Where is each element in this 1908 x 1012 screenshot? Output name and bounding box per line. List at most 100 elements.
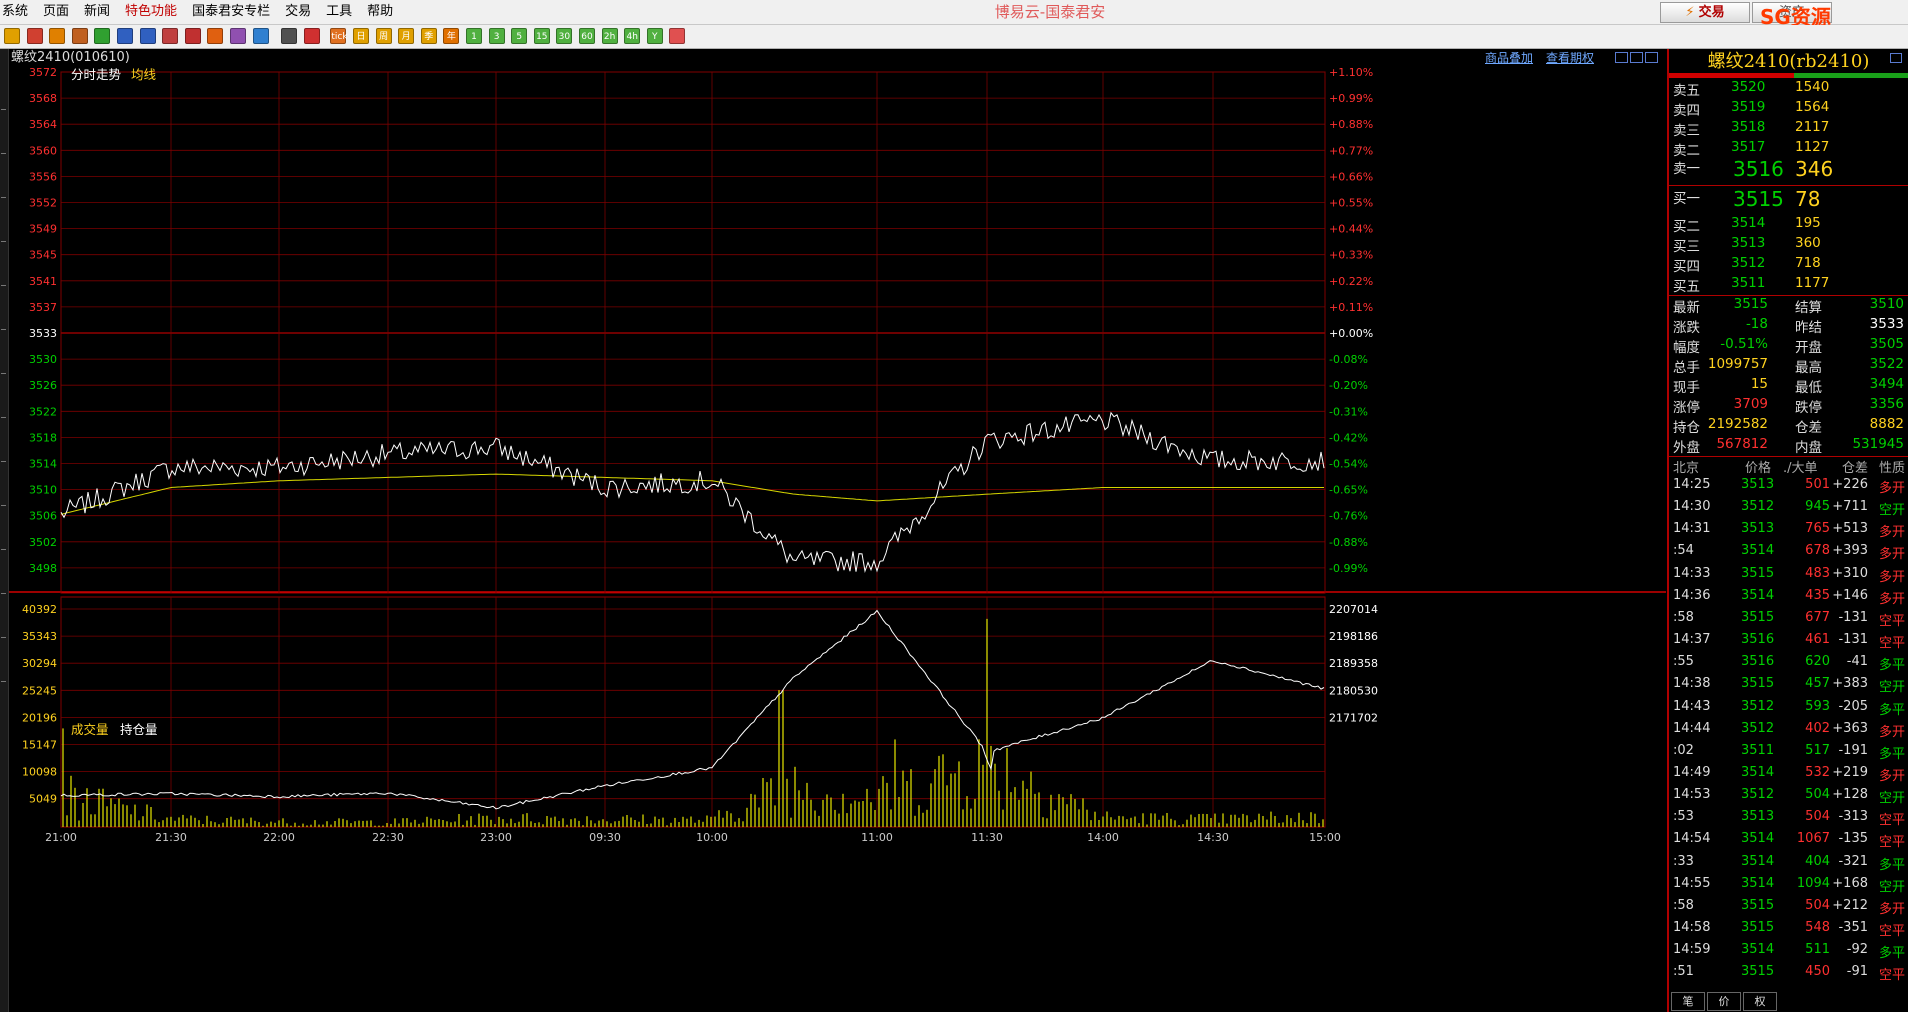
tick-row[interactable]: 14:38 3515 457 +383 空开 bbox=[1669, 676, 1908, 698]
tick-row[interactable]: 14:44 3512 402 +363 多开 bbox=[1669, 721, 1908, 743]
tick-chart-icon[interactable]: tick bbox=[330, 28, 348, 44]
filter-icon[interactable] bbox=[230, 28, 246, 44]
menu-item-5[interactable]: 交易 bbox=[283, 0, 324, 24]
tick-row[interactable]: :58 3515 677 -131 空平 bbox=[1669, 610, 1908, 632]
ticks-header[interactable]: 北京 价格 ./大单 仓差 性质 bbox=[1669, 457, 1908, 477]
menu-item-7[interactable]: 帮助 bbox=[365, 0, 406, 24]
month-icon[interactable]: 月 bbox=[398, 28, 415, 44]
tick-row[interactable]: 14:33 3515 483 +310 多开 bbox=[1669, 566, 1908, 588]
stat-row[interactable]: 持仓 2192582 仓差 8882 bbox=[1669, 416, 1908, 436]
window-max-button[interactable] bbox=[1645, 52, 1658, 63]
window-restore-button[interactable] bbox=[1615, 52, 1628, 63]
year-icon[interactable]: 年 bbox=[443, 28, 460, 44]
min60-icon[interactable]: 60 bbox=[579, 28, 595, 44]
season-icon[interactable]: 季 bbox=[420, 28, 437, 44]
tick-row[interactable]: 14:53 3512 504 +128 空开 bbox=[1669, 787, 1908, 809]
stat-value: 3533 bbox=[1869, 316, 1904, 332]
tick-row[interactable]: :55 3516 620 -41 多平 bbox=[1669, 654, 1908, 676]
trade-button[interactable]: ⚡ 交易 bbox=[1660, 2, 1750, 23]
bid1-row[interactable]: 买一 3515 78 bbox=[1669, 187, 1908, 213]
min15-icon[interactable]: 15 bbox=[533, 28, 550, 44]
tick-nature: 多开 bbox=[1879, 724, 1906, 740]
menu-item-0[interactable]: 系统 bbox=[0, 0, 41, 24]
tick-row[interactable]: 14:25 3513 501 +226 多开 bbox=[1669, 477, 1908, 499]
bid-row[interactable]: 买五 3511 1177 bbox=[1669, 275, 1908, 295]
wand-icon[interactable] bbox=[252, 28, 269, 44]
bid-row[interactable]: 买三 3513 360 bbox=[1669, 235, 1908, 255]
tick-row[interactable]: :51 3515 450 -91 空平 bbox=[1669, 964, 1908, 986]
intraday-chart[interactable]: 3572 +1.10% 3568 +0.99% 3564 +0.88% 3560 +0.77%… bbox=[9, 67, 1666, 1012]
menu-item-3[interactable]: 特色功能 bbox=[123, 0, 190, 24]
week-icon[interactable]: 周 bbox=[375, 28, 392, 44]
view-options-link[interactable]: 查看期权 bbox=[1546, 49, 1594, 67]
home-icon[interactable] bbox=[26, 28, 43, 44]
draw-icon[interactable] bbox=[207, 28, 224, 44]
line-chart-icon[interactable] bbox=[303, 28, 320, 44]
tick-row[interactable]: 14:54 3514 1067 -135 空平 bbox=[1669, 831, 1908, 853]
menu-item-1[interactable]: 页面 bbox=[41, 0, 82, 24]
stat-row[interactable]: 外盘 567812 内盘 531945 bbox=[1669, 436, 1908, 456]
panel-tab-0[interactable]: 笔 bbox=[1671, 992, 1705, 1011]
tick-row[interactable]: :53 3513 504 -313 空平 bbox=[1669, 809, 1908, 831]
day-icon[interactable]: 日 bbox=[353, 28, 369, 44]
volume-tick-label: 20196 bbox=[22, 711, 57, 724]
custom-period-icon[interactable]: Y bbox=[646, 28, 663, 44]
ask1-row[interactable]: 卖一 3516 346 bbox=[1669, 157, 1908, 183]
tick-row[interactable]: :54 3514 678 +393 多开 bbox=[1669, 543, 1908, 565]
menu-item-4[interactable]: 国泰君安专栏 bbox=[190, 0, 283, 24]
tick-row[interactable]: 14:36 3514 435 +146 多开 bbox=[1669, 588, 1908, 610]
stat-row[interactable]: 最新 3515 结算 3510 bbox=[1669, 296, 1908, 316]
overlay-commodity-link[interactable]: 商品叠加 bbox=[1485, 49, 1533, 67]
stat-row[interactable]: 现手 15 最低 3494 bbox=[1669, 376, 1908, 396]
stat-value: 3356 bbox=[1869, 396, 1904, 412]
stat-row[interactable]: 涨停 3709 跌停 3356 bbox=[1669, 396, 1908, 416]
tick-row[interactable]: 14:30 3512 945 +711 空开 bbox=[1669, 499, 1908, 521]
panel-tab-1[interactable]: 价 bbox=[1707, 992, 1741, 1011]
ask-row[interactable]: 卖五 3520 1540 bbox=[1669, 79, 1908, 99]
hour2-icon[interactable]: 2h bbox=[601, 28, 618, 44]
zoom-in-icon[interactable] bbox=[117, 28, 133, 44]
min1-icon[interactable]: 1 bbox=[466, 28, 482, 44]
calendar-icon[interactable] bbox=[669, 28, 686, 44]
tick-row[interactable]: :02 3511 517 -191 多平 bbox=[1669, 743, 1908, 765]
tick-row[interactable]: 14:31 3513 765 +513 多开 bbox=[1669, 521, 1908, 543]
ask-row[interactable]: 卖四 3519 1564 bbox=[1669, 99, 1908, 119]
open-folder-icon[interactable] bbox=[4, 28, 20, 44]
bid-row[interactable]: 买四 3512 718 bbox=[1669, 255, 1908, 275]
stat-row[interactable]: 幅度 -0.51% 开盘 3505 bbox=[1669, 336, 1908, 356]
tick-row[interactable]: 14:59 3514 511 -92 多平 bbox=[1669, 942, 1908, 964]
tick-row[interactable]: 14:55 3514 1094 +168 空开 bbox=[1669, 876, 1908, 898]
copy-icon[interactable] bbox=[162, 28, 179, 44]
stat-row[interactable]: 总手 1099757 最高 3522 bbox=[1669, 356, 1908, 376]
panel-tab-2[interactable]: 权 bbox=[1743, 992, 1777, 1011]
tick-row[interactable]: :33 3514 404 -321 多平 bbox=[1669, 854, 1908, 876]
pen-icon[interactable] bbox=[184, 28, 201, 44]
window-icon[interactable] bbox=[71, 28, 88, 44]
min30-icon[interactable]: 30 bbox=[556, 28, 573, 44]
hour4-icon[interactable]: 4h bbox=[624, 28, 641, 44]
list-icon[interactable] bbox=[49, 28, 66, 44]
tick-row[interactable]: :58 3515 504 +212 多开 bbox=[1669, 898, 1908, 920]
tick-row[interactable]: 14:58 3515 548 -351 空平 bbox=[1669, 920, 1908, 942]
ask-row[interactable]: 卖二 3517 1127 bbox=[1669, 139, 1908, 159]
tick-row[interactable]: 14:49 3514 532 +219 多开 bbox=[1669, 765, 1908, 787]
min5-icon[interactable]: 5 bbox=[511, 28, 528, 44]
tick-row[interactable]: 14:37 3516 461 -131 空平 bbox=[1669, 632, 1908, 654]
menu-item-6[interactable]: 工具 bbox=[324, 0, 365, 24]
tick-nature: 空平 bbox=[1879, 968, 1906, 984]
stat-row[interactable]: 涨跌 -18 昨结 3533 bbox=[1669, 316, 1908, 336]
ask-row[interactable]: 卖三 3518 2117 bbox=[1669, 119, 1908, 139]
tick-row[interactable]: 14:43 3512 593 -205 多平 bbox=[1669, 699, 1908, 721]
stat-label: 最新 bbox=[1673, 300, 1700, 316]
min3-icon[interactable]: 3 bbox=[488, 28, 505, 44]
window-split-button[interactable] bbox=[1630, 52, 1643, 63]
zoom-out-icon[interactable] bbox=[139, 28, 156, 44]
left-side-tab-strip[interactable] bbox=[0, 49, 9, 1012]
refresh-icon[interactable] bbox=[94, 28, 111, 44]
stat-value: 3522 bbox=[1869, 356, 1904, 372]
panel-window-icon[interactable] bbox=[1890, 53, 1902, 63]
table-icon[interactable] bbox=[281, 28, 298, 44]
ratio-bar-red bbox=[1669, 73, 1794, 78]
menu-item-2[interactable]: 新闻 bbox=[82, 0, 123, 24]
bid-row[interactable]: 买二 3514 195 bbox=[1669, 215, 1908, 235]
